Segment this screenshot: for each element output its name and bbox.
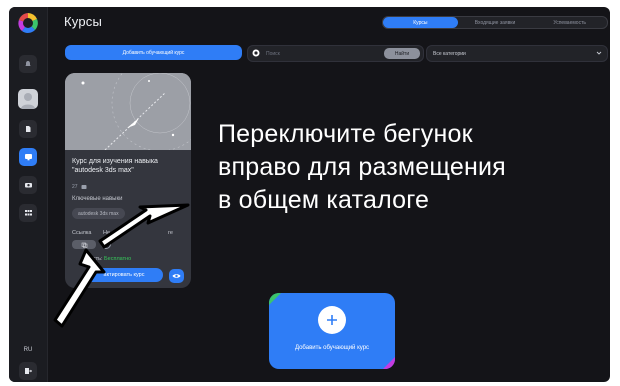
logout-button[interactable] [19, 362, 37, 380]
avatar[interactable] [18, 89, 38, 109]
documents-button[interactable] [19, 120, 37, 138]
search-input[interactable] [266, 48, 376, 59]
courses-icon [24, 154, 32, 161]
search-button[interactable]: Найти [384, 48, 420, 59]
copy-icon [81, 242, 87, 248]
add-course-card[interactable]: Добавить обучающий курс [269, 293, 395, 369]
chevron-down-icon [596, 51, 602, 55]
video-icon [24, 183, 32, 188]
logo-icon [18, 13, 38, 33]
bell-icon [25, 61, 31, 66]
decor-corner [269, 293, 281, 305]
skills-label: Ключевые навыки [72, 196, 123, 202]
category-select[interactable]: Все категории [426, 45, 608, 62]
page-title: Курсы [64, 14, 103, 29]
preview-button[interactable] [169, 269, 184, 283]
tab-progress[interactable]: Успеваемость [532, 17, 607, 28]
catalog-label: ге [168, 230, 173, 236]
video-button[interactable] [19, 176, 37, 194]
notifications-button[interactable] [19, 55, 37, 73]
price-value: Бесплатно [104, 256, 132, 262]
course-cover-image [65, 73, 191, 150]
plus-icon [318, 306, 346, 334]
tabs: Курсы Входящие заявки Успеваемость [382, 16, 608, 29]
decor-corner [383, 357, 395, 369]
tutorial-hint: Переключите бегунок вправо для размещени… [218, 120, 506, 214]
course-card: Курс для изучения навыка "autodesk 3ds m… [65, 73, 191, 288]
category-value: Все категории [433, 51, 466, 57]
copy-link-button[interactable] [72, 240, 96, 249]
language-switch[interactable]: RU [17, 347, 39, 353]
tab-courses[interactable]: Курсы [383, 17, 458, 28]
apps-icon [24, 210, 32, 216]
eye-icon [172, 274, 181, 278]
lessons-count: 27 [72, 184, 87, 190]
catalog-toggle-label: Не о [103, 230, 115, 236]
tab-incoming-requests[interactable]: Входящие заявки [458, 17, 533, 28]
price-row: мость: Бесплатно [86, 256, 132, 262]
lessons-icon [81, 185, 87, 189]
catalog-toggle[interactable] [101, 239, 111, 249]
courses-button[interactable] [19, 148, 37, 166]
search-bar: Найти [247, 45, 424, 62]
add-course-button[interactable]: Добавить обучающий курс [65, 45, 242, 60]
course-title: Курс для изучения навыка "autodesk 3ds m… [72, 158, 158, 174]
sidebar: RU [9, 7, 48, 382]
search-icon [252, 49, 260, 57]
skill-chip: autodesk 3ds max [72, 208, 125, 219]
document-icon [26, 126, 31, 132]
link-label: Ссылка [72, 230, 92, 236]
add-course-card-label: Добавить обучающий курс [294, 345, 370, 351]
edit-course-button[interactable]: актировать курс [85, 268, 163, 282]
apps-button[interactable] [19, 204, 37, 222]
logout-icon [25, 368, 32, 374]
